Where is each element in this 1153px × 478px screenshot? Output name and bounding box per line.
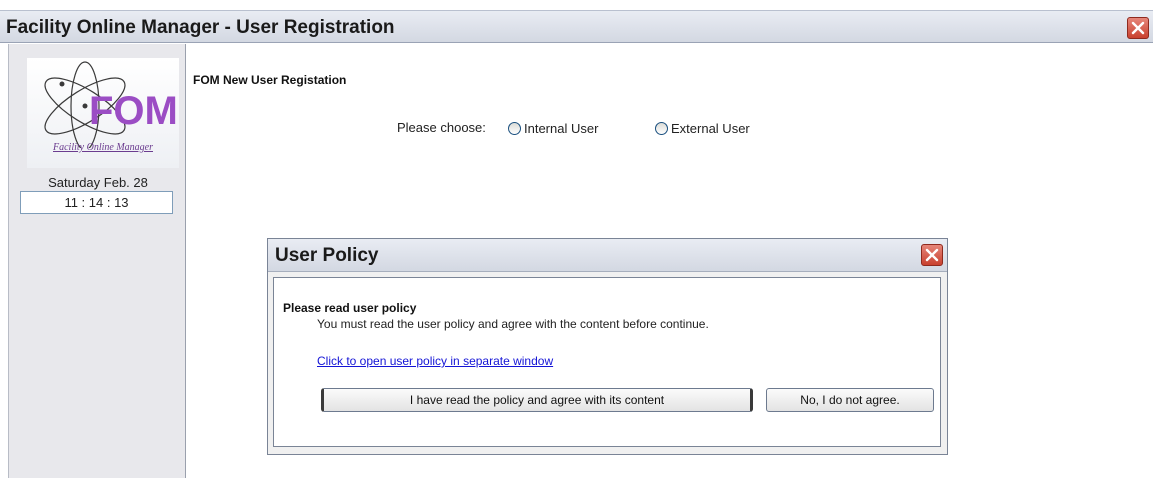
agree-button[interactable]: I have read the policy and agree with it…	[321, 388, 753, 412]
radio-external-label: External User	[671, 120, 750, 136]
date-label: Saturday Feb. 28	[48, 175, 148, 190]
app-window: Facility Online Manager - User Registrat…	[0, 0, 1153, 478]
dialog-titlebar: User Policy	[268, 239, 947, 272]
policy-heading: Please read user policy	[283, 301, 417, 315]
close-icon	[925, 248, 939, 262]
fom-logo: FOM Facility Online Manager	[27, 58, 179, 168]
window-titlebar: Facility Online Manager - User Registrat…	[0, 10, 1153, 43]
window-close-button[interactable]	[1127, 17, 1149, 39]
close-icon	[1131, 21, 1145, 35]
atom-logo-icon: FOM	[44, 61, 178, 151]
disagree-button[interactable]: No, I do not agree.	[766, 388, 934, 412]
dialog-close-button[interactable]	[921, 244, 943, 266]
policy-text: You must read the user policy and agree …	[317, 317, 709, 331]
choose-label: Please choose:	[397, 120, 486, 135]
radio-icon[interactable]	[508, 121, 521, 135]
radio-icon[interactable]	[655, 121, 668, 135]
logo-caption: Facility Online Manager	[53, 142, 153, 153]
open-policy-link[interactable]: Click to open user policy in separate wi…	[317, 354, 553, 368]
dialog-body: Please read user policy You must read th…	[273, 277, 941, 447]
radio-internal-user[interactable]: Internal User	[508, 120, 598, 136]
radio-internal-label: Internal User	[524, 120, 599, 136]
sidebar: FOM Facility Online Manager Saturday Feb…	[8, 44, 186, 478]
radio-external-user[interactable]: External User	[655, 120, 750, 136]
page-title: FOM New User Registation	[193, 73, 347, 87]
dialog-title: User Policy	[275, 245, 379, 266]
window-title: Facility Online Manager - User Registrat…	[6, 17, 395, 38]
user-policy-dialog: User Policy Please read user policy You …	[267, 238, 948, 455]
time-display: 11 : 14 : 13	[20, 191, 173, 214]
logo-letters: FOM	[89, 89, 178, 133]
